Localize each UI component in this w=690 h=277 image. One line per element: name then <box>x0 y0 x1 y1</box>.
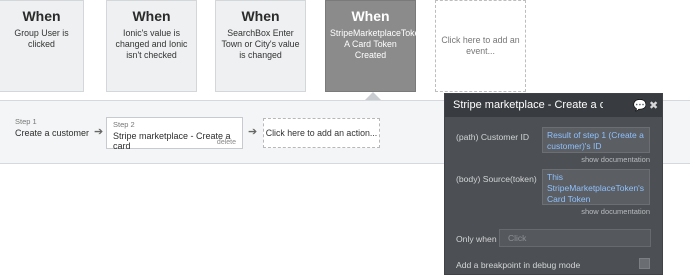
show-documentation-link[interactable]: show documentation <box>581 207 650 216</box>
customer-id-label: (path) Customer ID <box>456 132 530 142</box>
event-description: StripeMarketplaceToke A Card Token Creat… <box>330 28 420 60</box>
add-event-label: Click here to add an event... <box>441 35 520 56</box>
action-step-1[interactable]: Step 1 Create a customer <box>15 117 95 145</box>
step-number: Step 1 <box>15 117 37 126</box>
event-card-searchbox-changed[interactable]: When SearchBox Enter Town or City's valu… <box>215 0 306 92</box>
event-card-ionic-changed[interactable]: When Ionic's value is changed and Ionic … <box>106 0 197 92</box>
breakpoint-checkbox[interactable] <box>639 258 650 269</box>
show-documentation-link[interactable]: show documentation <box>581 155 650 164</box>
panel-title: Stripe marketplace - Create a card <box>453 99 603 111</box>
event-card-group-user-clicked[interactable]: When Group User is clicked <box>0 0 84 92</box>
step-name: Create a customer <box>15 128 90 138</box>
arrow-right-icon: ➔ <box>248 126 258 138</box>
delete-step-link[interactable]: delete <box>217 139 236 146</box>
action-step-2[interactable]: Step 2 Stripe marketplace - Create a car… <box>106 117 243 151</box>
only-when-label: Only when <box>456 234 497 244</box>
event-description: Group User is clicked <box>14 28 69 49</box>
panel-header: Stripe marketplace - Create a card 💬 ✖ <box>445 94 662 117</box>
event-when-label: When <box>22 8 61 24</box>
source-token-value[interactable]: This StripeMarketplaceToken's Card Token <box>542 169 650 205</box>
action-property-panel: Stripe marketplace - Create a card 💬 ✖ (… <box>444 93 663 275</box>
close-icon[interactable]: ✖ <box>649 99 658 112</box>
breakpoint-label: Add a breakpoint in debug mode <box>456 260 581 270</box>
step-number: Step 2 <box>113 120 135 129</box>
add-event-button[interactable]: Click here to add an event... <box>435 0 526 92</box>
event-when-label: When <box>241 8 280 24</box>
event-description: Ionic's value is changed and Ionic isn't… <box>115 28 188 60</box>
event-card-card-token-created[interactable]: When StripeMarketplaceToke A Card Token … <box>325 0 420 92</box>
event-when-label: When <box>351 8 390 24</box>
source-token-label: (body) Source(token) <box>456 174 537 184</box>
selected-event-pointer <box>365 92 381 100</box>
add-action-button[interactable]: Click here to add an action... <box>263 118 380 148</box>
comment-icon[interactable]: 💬 <box>633 99 647 112</box>
event-description: SearchBox Enter Town or City's value is … <box>221 28 300 60</box>
only-when-input[interactable]: Click <box>499 229 651 247</box>
arrow-right-icon: ➔ <box>94 126 104 138</box>
event-when-label: When <box>132 8 171 24</box>
customer-id-value[interactable]: Result of step 1 (Create a customer)'s I… <box>542 127 650 153</box>
